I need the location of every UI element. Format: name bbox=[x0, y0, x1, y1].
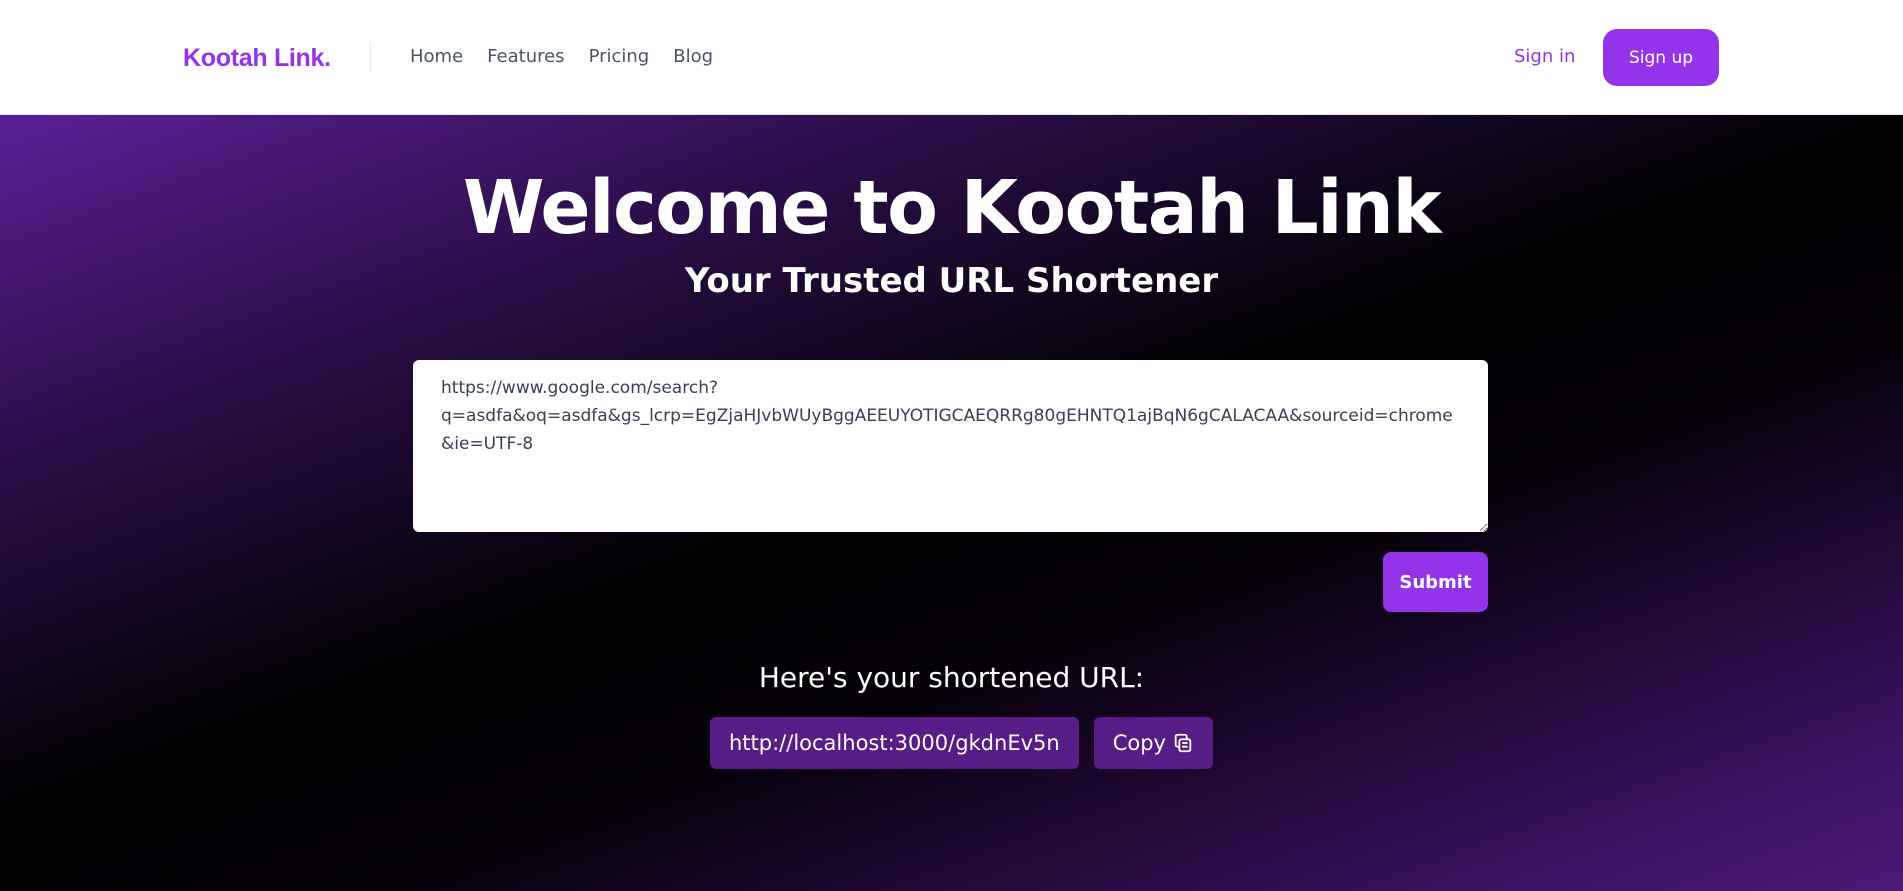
copy-button[interactable]: Copy bbox=[1093, 717, 1213, 769]
nav-divider bbox=[370, 42, 371, 72]
logo[interactable]: Kootah Link. bbox=[183, 44, 331, 73]
main-nav: Home Features Pricing Blog bbox=[410, 46, 713, 67]
nav-home[interactable]: Home bbox=[410, 46, 463, 67]
sign-up-button[interactable]: Sign up bbox=[1603, 29, 1719, 86]
copy-icon bbox=[1174, 733, 1192, 753]
nav-features[interactable]: Features bbox=[487, 46, 564, 67]
result-row: http://localhost:3000/gkdnEv5n Copy bbox=[710, 717, 1213, 769]
header: Kootah Link. Home Features Pricing Blog … bbox=[0, 0, 1903, 115]
result-label: Here's your shortened URL: bbox=[758, 661, 1145, 694]
copy-button-label: Copy bbox=[1112, 731, 1166, 755]
url-input[interactable] bbox=[413, 360, 1488, 532]
sign-in-link[interactable]: Sign in bbox=[1514, 46, 1575, 67]
hero-title: Welcome to Kootah Link bbox=[462, 165, 1442, 251]
hero-subtitle: Your Trusted URL Shortener bbox=[684, 261, 1219, 301]
nav-blog[interactable]: Blog bbox=[673, 46, 713, 67]
submit-button[interactable]: Submit bbox=[1383, 552, 1488, 612]
nav-pricing[interactable]: Pricing bbox=[589, 46, 650, 67]
hero-section: Welcome to Kootah Link Your Trusted URL … bbox=[0, 115, 1903, 891]
short-url-display[interactable]: http://localhost:3000/gkdnEv5n bbox=[710, 717, 1079, 769]
page: Kootah Link. Home Features Pricing Blog … bbox=[0, 0, 1903, 891]
